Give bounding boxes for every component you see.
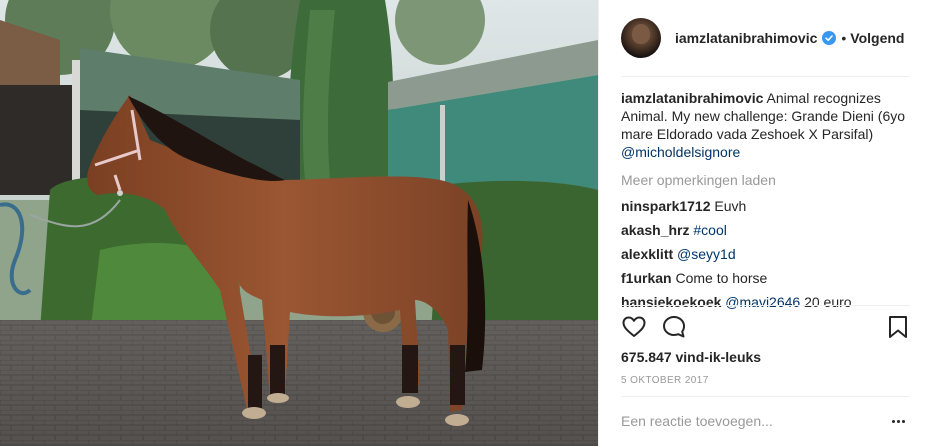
heart-icon[interactable] [621,314,647,340]
instagram-post-view: iamzlatanibrahimovic • Volgend iamzlatan… [0,0,932,446]
comment-username[interactable]: hansiekoekoek [621,294,721,310]
caption-username[interactable]: iamzlatanibrahimovic [621,90,763,106]
actions-divider [621,305,910,306]
post-photo[interactable] [0,0,598,446]
avatar[interactable] [621,18,661,58]
load-more-comments-link[interactable]: Meer opmerkingen laden [621,171,911,189]
horse-photo-illustration [0,0,598,446]
post-actions-bar [621,314,911,342]
verified-badge-icon [822,31,837,45]
add-comment-input[interactable] [621,410,876,432]
likes-count[interactable]: 675.847 vind-ik-leuks [621,349,761,365]
more-options-icon[interactable] [888,413,908,429]
follow-status-button[interactable]: Volgend [850,30,904,46]
post-header: iamzlatanibrahimovic • Volgend [599,0,932,76]
comment-input-divider [621,396,910,397]
header-separator: • [841,30,847,46]
more-dot [891,419,895,423]
caption-mention-link[interactable]: @micholdelsignore [621,144,740,160]
comment-item: ninspark1712 Euvh [621,197,911,215]
post-caption: iamzlatanibrahimovic Animal recognizes A… [621,89,911,161]
comment-item: akash_hrz #cool [621,221,911,239]
comment-item: f1urkan Come to horse [621,269,911,287]
comment-username[interactable]: alexklitt [621,246,673,262]
comments-section: iamzlatanibrahimovic Animal recognizes A… [621,89,911,317]
more-dot [896,419,900,423]
comment-hashtag-link[interactable]: #cool [693,222,726,238]
post-date: 5 OKTOBER 2017 [621,375,709,386]
header-username[interactable]: iamzlatanibrahimovic [675,30,817,46]
comment-text: 20 euro [804,294,852,310]
more-dot [901,419,905,423]
header-divider [621,76,910,77]
bookmark-icon[interactable] [885,314,911,340]
comment-username[interactable]: f1urkan [621,270,672,286]
comment-item: alexklitt @seyy1d [621,245,911,263]
comment-username[interactable]: akash_hrz [621,222,689,238]
comment-mention-link[interactable]: @seyy1d [677,246,736,262]
comment-item: hansiekoekoek @mavi2646 20 euro [621,293,911,311]
comment-mention-link[interactable]: @mavi2646 [725,294,800,310]
post-side-panel: iamzlatanibrahimovic • Volgend iamzlatan… [598,0,932,446]
comment-text: Euvh [714,198,747,214]
comment-text: Come to horse [675,270,768,286]
comment-username[interactable]: ninspark1712 [621,198,711,214]
comment-bubble-icon[interactable] [661,314,687,340]
